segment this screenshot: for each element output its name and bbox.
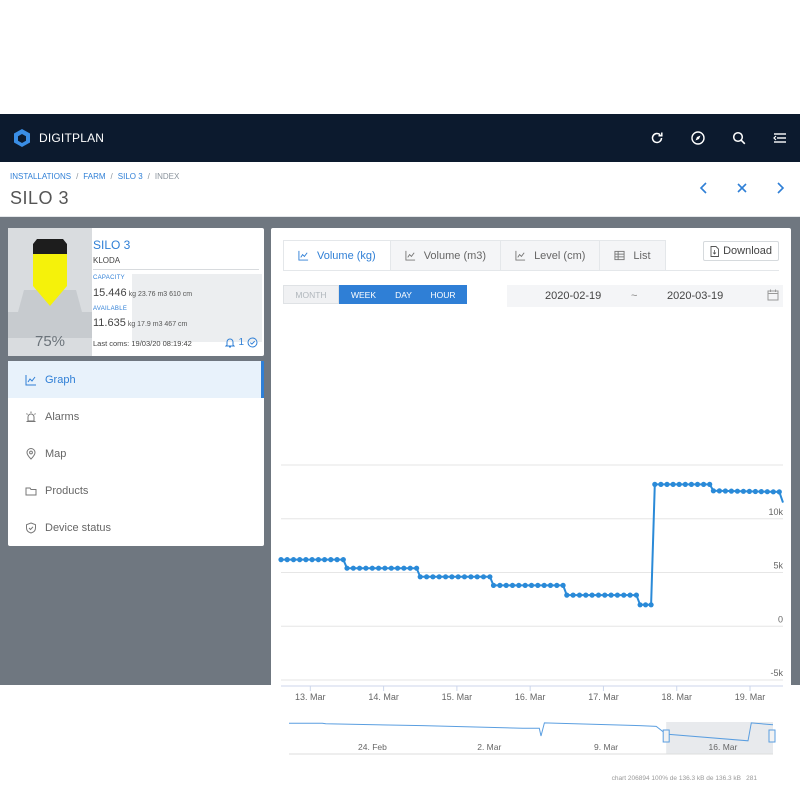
menu-item-label: Device status bbox=[45, 521, 112, 534]
chart-footnote: chart 206894 100% de 136.3 kB de 136.3 k… bbox=[611, 775, 741, 782]
capacity-detail: kg 23.76 m3 610 cm bbox=[128, 291, 193, 298]
chevron-left-icon[interactable] bbox=[696, 180, 712, 196]
chevron-right-icon[interactable] bbox=[772, 180, 788, 196]
navigator-tick-label: 9. Mar bbox=[594, 742, 618, 752]
search-icon[interactable] bbox=[718, 114, 759, 162]
compass-icon[interactable] bbox=[677, 114, 718, 162]
menu-item-device-status[interactable]: Device status bbox=[8, 509, 264, 546]
menu-item-products[interactable]: Products bbox=[8, 472, 264, 509]
silo-model: KLODA bbox=[93, 256, 121, 265]
capacity-number: 15.446 bbox=[93, 287, 127, 299]
page-title: SILO 3 bbox=[10, 188, 70, 208]
navigator-tick-label: 16. Mar bbox=[709, 742, 738, 752]
capacity-label: CAPACITY bbox=[93, 275, 125, 281]
breadcrumb-farm[interactable]: FARM bbox=[83, 172, 105, 181]
navigator-handle[interactable] bbox=[662, 729, 670, 743]
navigator-tick-label: 2. Mar bbox=[477, 742, 501, 752]
breadcrumb-silo[interactable]: SILO 3 bbox=[118, 172, 143, 181]
graph-panel: Volume (kg) Volume (m3) Level (cm) List … bbox=[271, 228, 791, 791]
hexagon-logo-icon bbox=[14, 129, 30, 147]
folder-icon bbox=[25, 485, 37, 497]
alarm-light-icon bbox=[25, 411, 37, 423]
menu-icon[interactable] bbox=[759, 114, 800, 162]
silo-info: SILO 3 KLODA CAPACITY 15.446 kg 23.76 m3 … bbox=[92, 228, 264, 356]
bell-icon bbox=[225, 338, 236, 348]
close-icon[interactable] bbox=[734, 180, 750, 196]
menu-item-graph[interactable]: Graph bbox=[8, 361, 264, 398]
menu-item-label: Alarms bbox=[45, 410, 80, 423]
menu-item-label: Products bbox=[45, 484, 89, 497]
chart-line-icon bbox=[25, 374, 37, 386]
available-number: 11.635 bbox=[93, 317, 126, 329]
breadcrumb-current: INDEX bbox=[154, 172, 180, 181]
silo-fill-graphic: 75% bbox=[8, 228, 92, 356]
menu-item-alarms[interactable]: Alarms bbox=[8, 398, 264, 435]
menu-item-map[interactable]: Map bbox=[8, 435, 264, 472]
available-value: 11.635 kg 17.9 m3 467 cm bbox=[93, 317, 187, 329]
check-circle-icon bbox=[247, 337, 258, 348]
last-communication: Last coms: 19/03/20 08:19:42 bbox=[93, 339, 192, 348]
fill-percent: 75% bbox=[34, 333, 66, 350]
topbar-actions bbox=[636, 114, 800, 162]
section-menu: Graph Alarms Map Products Device status bbox=[8, 361, 264, 546]
shield-check-icon bbox=[25, 521, 37, 534]
app-frame: DIGITPLAN INSTALLATIONS / FARM / SILO 3/INDE… bbox=[0, 114, 800, 791]
page-header: INSTALLATIONS / FARM / SILO 3/INDEX SILO 3 bbox=[0, 162, 800, 217]
navigator-handle[interactable] bbox=[768, 729, 776, 743]
available-detail: kg 17.9 m3 467 cm bbox=[127, 321, 188, 328]
breadcrumb: INSTALLATIONS / FARM / SILO 3/INDEX bbox=[10, 172, 180, 181]
refresh-icon[interactable] bbox=[636, 114, 677, 162]
silo-icon bbox=[8, 239, 92, 338]
alarm-count: 1 bbox=[238, 337, 244, 348]
silo-background-shape bbox=[132, 274, 262, 342]
chart-footnote-count: 281 bbox=[746, 775, 757, 782]
topbar: DIGITPLAN bbox=[0, 114, 800, 162]
capacity-value: 15.446 kg 23.76 m3 610 cm bbox=[93, 287, 192, 299]
silo-card: 75% SILO 3 KLODA CAPACITY 15.446 kg 23.76… bbox=[8, 228, 264, 356]
silo-name[interactable]: SILO 3 bbox=[93, 238, 130, 252]
brand-name: DIGITPLAN bbox=[39, 131, 105, 145]
breadcrumb-installations[interactable]: INSTALLATIONS bbox=[10, 172, 71, 181]
record-navigation bbox=[696, 180, 788, 196]
left-panel: 75% SILO 3 KLODA CAPACITY 15.446 kg 23.76… bbox=[8, 228, 264, 546]
menu-item-label: Map bbox=[45, 447, 67, 460]
divider bbox=[93, 269, 259, 270]
map-pin-icon bbox=[25, 447, 37, 460]
menu-item-label: Graph bbox=[45, 373, 76, 386]
alarm-indicator[interactable]: 1 bbox=[225, 337, 258, 348]
available-label: AVAILABLE bbox=[93, 306, 128, 312]
brand[interactable]: DIGITPLAN bbox=[12, 128, 104, 148]
chart-navigator[interactable]: 24. Feb 2. Mar 9. Mar 16. Mar bbox=[271, 228, 791, 791]
navigator-tick-label: 24. Feb bbox=[358, 742, 387, 752]
